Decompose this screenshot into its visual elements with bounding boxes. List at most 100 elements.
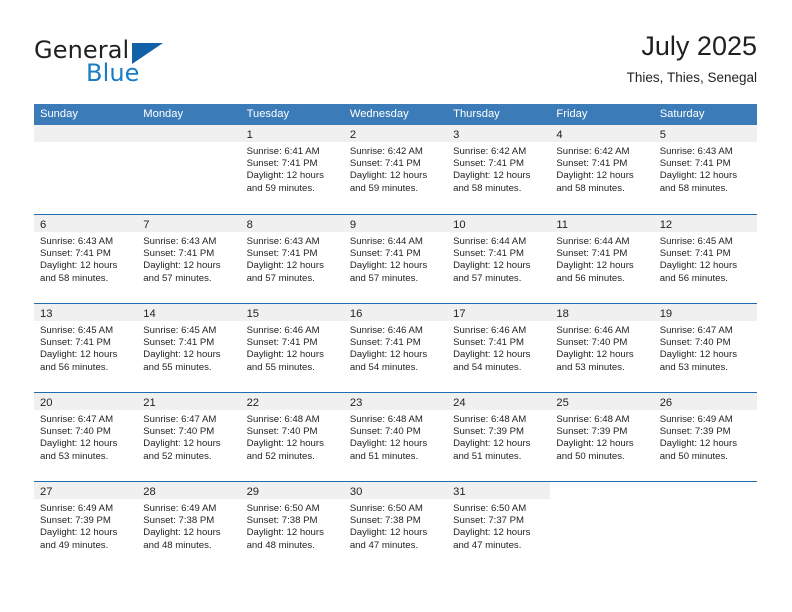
day-number: 16 <box>349 308 363 320</box>
calendar-day-cell[interactable]: 13 Sunrise: 6:45 AM Sunset: 7:41 PM Dayligh… <box>34 304 138 392</box>
calendar-day-cell[interactable]: 8 Sunrise: 6:43 AM Sunset: 7:41 PM Daylight… <box>240 215 344 303</box>
calendar-day-cell[interactable]: 11 Sunrise: 6:44 AM Sunset: 7:41 PM Dayligh… <box>550 215 654 303</box>
day-number: 20 <box>40 397 53 409</box>
calendar-day-cell[interactable]: 30 Sunrise: 6:50 AM Sunset: 7:38 PM Dayligh… <box>343 482 448 570</box>
calendar-day-cell[interactable]: 27 Sunrise: 6:49 AM Sunset: 7:39 PM Dayligh… <box>34 482 138 570</box>
title-block: July 2025 Thies, Thies, Senegal <box>627 30 757 88</box>
daylight-text-line2: and 54 minutes. <box>349 361 419 373</box>
day-info: Sunrise: 6:47 AM Sunset: 7:40 PM Daylight:… <box>34 410 137 463</box>
calendar-day-cell[interactable]: 12 Sunrise: 6:45 AM Sunset: 7:41 PM Dayligh… <box>653 215 757 303</box>
day-number-strip: 23 <box>343 393 448 410</box>
daylight-text-line2: and 48 minutes. <box>246 539 315 551</box>
daylight-text-line1: Daylight: 12 hours <box>40 527 118 539</box>
calendar-day-cell[interactable]: 15 Sunrise: 6:46 AM Sunset: 7:41 PM Dayligh… <box>240 304 344 392</box>
daylight-text-line2: and 58 minutes. <box>453 182 522 194</box>
sunset-text: Sunset: 7:40 PM <box>349 426 421 438</box>
sunrise-text: Sunrise: 6:43 AM <box>659 146 733 157</box>
day-number-strip: 10 <box>447 215 551 232</box>
calendar-day-cell[interactable]: 25 Sunrise: 6:48 AM Sunset: 7:39 PM Dayligh… <box>550 393 654 481</box>
calendar-day-cell[interactable]: 3 Sunrise: 6:42 AM Sunset: 7:41 PM Daylight… <box>447 125 551 214</box>
calendar-day-cell[interactable]: 29 Sunrise: 6:50 AM Sunset: 7:38 PM Dayligh… <box>240 482 344 570</box>
sunrise-text: Sunrise: 6:50 AM <box>349 503 423 514</box>
calendar-day-cell[interactable]: 16 Sunrise: 6:46 AM Sunset: 7:41 PM Dayligh… <box>343 304 448 392</box>
sunset-text: Sunset: 7:40 PM <box>40 426 111 438</box>
sunrise-text: Sunrise: 6:43 AM <box>143 236 217 247</box>
sunset-text: Sunset: 7:39 PM <box>40 515 111 527</box>
calendar-day-cell[interactable]: 24 Sunrise: 6:48 AM Sunset: 7:39 PM Dayligh… <box>447 393 551 481</box>
sunset-text: Sunset: 7:40 PM <box>143 426 215 438</box>
sunrise-text: Sunrise: 6:46 AM <box>246 325 320 336</box>
calendar-day-cell[interactable]: 17 Sunrise: 6:46 AM Sunset: 7:41 PM Dayligh… <box>447 304 551 392</box>
weekday-header-saturday: Saturday <box>659 108 705 120</box>
calendar-day-cell[interactable]: 2 Sunrise: 6:42 AM Sunset: 7:41 PM Daylight… <box>343 125 448 214</box>
daylight-text-line1: Daylight: 12 hours <box>556 349 634 361</box>
day-info: Sunrise: 6:45 AM Sunset: 7:41 PM Daylight:… <box>654 232 757 285</box>
calendar-day-cell[interactable]: 10 Sunrise: 6:44 AM Sunset: 7:41 PM Dayligh… <box>447 215 551 303</box>
calendar-day-cell[interactable]: 1 Sunrise: 6:41 AM Sunset: 7:41 PM Daylight… <box>240 125 344 214</box>
calendar-day-cell-empty <box>34 125 138 214</box>
day-info: Sunrise: 6:46 AM Sunset: 7:41 PM Daylight:… <box>241 321 344 374</box>
calendar-day-cell[interactable]: 26 Sunrise: 6:49 AM Sunset: 7:39 PM Dayligh… <box>653 393 757 481</box>
sunset-text: Sunset: 7:41 PM <box>659 248 731 260</box>
location-subtitle: Thies, Thies, Senegal <box>626 70 757 85</box>
daylight-text-line2: and 56 minutes. <box>40 361 109 373</box>
calendar-day-cell[interactable]: 19 Sunrise: 6:47 AM Sunset: 7:40 PM Dayligh… <box>653 304 757 392</box>
calendar-day-cell[interactable]: 21 Sunrise: 6:47 AM Sunset: 7:40 PM Dayligh… <box>137 393 241 481</box>
calendar-day-cell[interactable]: 31 Sunrise: 6:50 AM Sunset: 7:37 PM Dayligh… <box>447 482 551 570</box>
sunset-text: Sunset: 7:41 PM <box>349 337 421 349</box>
day-number: 2 <box>349 129 357 141</box>
sunrise-text: Sunrise: 6:41 AM <box>246 146 320 157</box>
day-number-strip: 5 <box>653 125 757 142</box>
sunrise-text: Sunrise: 6:47 AM <box>659 325 733 336</box>
calendar-day-cell[interactable]: 7 Sunrise: 6:43 AM Sunset: 7:41 PM Daylight… <box>137 215 241 303</box>
day-number: 23 <box>349 397 363 409</box>
sunrise-text: Sunrise: 6:48 AM <box>246 414 320 425</box>
daylight-text-line2: and 58 minutes. <box>40 272 109 284</box>
sunset-text: Sunset: 7:41 PM <box>556 248 628 260</box>
day-number-strip: 18 <box>550 304 654 321</box>
day-number-strip: 9 <box>343 215 448 232</box>
daylight-text-line1: Daylight: 12 hours <box>659 438 738 450</box>
daylight-text-line1: Daylight: 12 hours <box>246 438 324 450</box>
day-number: 3 <box>453 129 460 141</box>
calendar-day-cell-empty <box>654 482 757 570</box>
day-number-strip: 29 <box>240 482 344 499</box>
daylight-text-line1: Daylight: 12 hours <box>453 260 531 272</box>
daylight-text-line2: and 57 minutes. <box>143 272 212 284</box>
daylight-text-line2: and 54 minutes. <box>453 361 522 373</box>
calendar-day-cell[interactable]: 4 Sunrise: 6:42 AM Sunset: 7:41 PM Daylight… <box>550 125 654 214</box>
sunset-text: Sunset: 7:41 PM <box>143 248 215 260</box>
sunrise-text: Sunrise: 6:48 AM <box>349 414 423 425</box>
day-number: 11 <box>556 219 569 231</box>
calendar-week-row: 20 Sunrise: 6:47 AM Sunset: 7:40 PM Dayligh… <box>34 392 757 481</box>
calendar-day-cell[interactable]: 9 Sunrise: 6:44 AM Sunset: 7:41 PM Daylight… <box>343 215 448 303</box>
calendar-day-cell[interactable]: 18 Sunrise: 6:46 AM Sunset: 7:40 PM Dayligh… <box>550 304 654 392</box>
day-info: Sunrise: 6:41 AM Sunset: 7:41 PM Daylight:… <box>241 142 344 195</box>
calendar-day-cell[interactable]: 6 Sunrise: 6:43 AM Sunset: 7:41 PM Daylight… <box>34 215 138 303</box>
calendar-day-cell[interactable]: 14 Sunrise: 6:45 AM Sunset: 7:41 PM Dayligh… <box>137 304 241 392</box>
daylight-text-line2: and 53 minutes. <box>40 450 109 462</box>
calendar-day-cell[interactable]: 20 Sunrise: 6:47 AM Sunset: 7:40 PM Dayligh… <box>34 393 138 481</box>
sunset-text: Sunset: 7:37 PM <box>453 515 525 527</box>
calendar-day-cell[interactable]: 22 Sunrise: 6:48 AM Sunset: 7:40 PM Dayligh… <box>240 393 344 481</box>
sunrise-text: Sunrise: 6:48 AM <box>453 414 527 425</box>
sunset-text: Sunset: 7:39 PM <box>453 426 525 438</box>
day-number: 10 <box>453 219 466 231</box>
day-number-strip <box>137 125 241 142</box>
calendar-day-cell-empty <box>137 125 241 214</box>
calendar-day-cell[interactable]: 23 Sunrise: 6:48 AM Sunset: 7:40 PM Dayligh… <box>343 393 448 481</box>
sunrise-text: Sunrise: 6:44 AM <box>349 236 423 247</box>
daylight-text-line1: Daylight: 12 hours <box>453 438 531 450</box>
calendar-day-cell[interactable]: 5 Sunrise: 6:43 AM Sunset: 7:41 PM Daylight… <box>653 125 757 214</box>
brand-name-blue: Blue <box>86 59 140 87</box>
brand-logo[interactable]: General Blue <box>34 36 274 94</box>
day-number: 22 <box>246 397 260 409</box>
day-number: 9 <box>349 219 357 231</box>
daylight-text-line2: and 57 minutes. <box>453 272 522 284</box>
daylight-text-line2: and 55 minutes. <box>246 361 315 373</box>
day-info: Sunrise: 6:46 AM Sunset: 7:41 PM Daylight:… <box>344 321 447 374</box>
calendar-page: General Blue July 2025 Thies, Thies, Sen… <box>0 0 792 612</box>
calendar-day-cell[interactable]: 28 Sunrise: 6:49 AM Sunset: 7:38 PM Dayligh… <box>137 482 241 570</box>
sunset-text: Sunset: 7:40 PM <box>556 337 628 349</box>
day-info: Sunrise: 6:48 AM Sunset: 7:39 PM Daylight:… <box>550 410 653 463</box>
